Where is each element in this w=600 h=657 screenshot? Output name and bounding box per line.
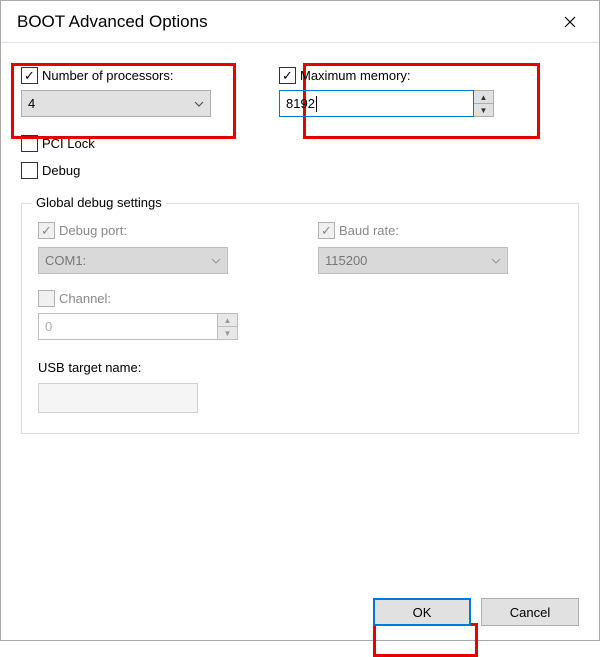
usb-target-input bbox=[38, 383, 198, 413]
annotation-highlight bbox=[373, 623, 478, 657]
debug-label: Debug bbox=[42, 163, 80, 178]
debug-port-checkbox bbox=[38, 222, 55, 239]
global-debug-legend: Global debug settings bbox=[32, 195, 166, 210]
chevron-down-icon bbox=[491, 255, 501, 267]
cancel-button-label: Cancel bbox=[510, 605, 550, 620]
debug-checkbox[interactable] bbox=[21, 162, 38, 179]
dialog-buttons: OK Cancel bbox=[373, 598, 579, 626]
close-icon bbox=[564, 16, 576, 28]
ok-button[interactable]: OK bbox=[373, 598, 471, 626]
chevron-down-icon bbox=[194, 98, 204, 110]
channel-label: Channel: bbox=[59, 291, 111, 306]
pci-lock-label: PCI Lock bbox=[42, 136, 95, 151]
titlebar: BOOT Advanced Options bbox=[1, 1, 599, 43]
spinner-down-button[interactable]: ▼ bbox=[474, 103, 493, 116]
text-caret bbox=[316, 96, 317, 112]
channel-value: 0 bbox=[45, 319, 52, 334]
dialog-window: BOOT Advanced Options Number of processo… bbox=[0, 0, 600, 641]
max-memory-value: 8192 bbox=[286, 96, 315, 111]
baud-rate-checkbox bbox=[318, 222, 335, 239]
num-processors-checkbox[interactable] bbox=[21, 67, 38, 84]
spinner-up-button: ▲ bbox=[218, 314, 237, 326]
global-debug-fieldset: Global debug settings Debug port: COM1: bbox=[21, 203, 579, 434]
baud-rate-label: Baud rate: bbox=[339, 223, 399, 238]
debug-port-select: COM1: bbox=[38, 247, 228, 274]
max-memory-spinner[interactable]: 8192 ▲ ▼ bbox=[279, 90, 494, 117]
channel-checkbox bbox=[38, 290, 55, 307]
cancel-button[interactable]: Cancel bbox=[481, 598, 579, 626]
debug-port-group: Debug port: COM1: bbox=[38, 222, 238, 274]
spinner-buttons: ▲ ▼ bbox=[474, 90, 494, 117]
debug-port-label: Debug port: bbox=[59, 223, 127, 238]
ok-button-label: OK bbox=[413, 605, 432, 620]
channel-spinner: 0 ▲ ▼ bbox=[38, 313, 238, 340]
num-processors-select[interactable]: 4 bbox=[21, 90, 211, 117]
max-memory-group: Maximum memory: 8192 ▲ ▼ bbox=[279, 67, 494, 117]
spinner-buttons: ▲ ▼ bbox=[218, 313, 238, 340]
close-button[interactable] bbox=[547, 6, 593, 38]
max-memory-input[interactable]: 8192 bbox=[279, 90, 474, 117]
num-processors-value: 4 bbox=[28, 96, 35, 111]
num-processors-group: Number of processors: 4 bbox=[21, 67, 211, 117]
num-processors-label: Number of processors: bbox=[42, 68, 174, 83]
usb-target-label: USB target name: bbox=[38, 360, 562, 375]
chevron-down-icon bbox=[211, 255, 221, 267]
top-row: Number of processors: 4 Maximum memory: … bbox=[21, 67, 579, 117]
baud-rate-group: Baud rate: 115200 bbox=[318, 222, 518, 274]
pci-lock-checkbox[interactable] bbox=[21, 135, 38, 152]
usb-target-group: USB target name: bbox=[38, 360, 562, 413]
baud-rate-value: 115200 bbox=[325, 253, 367, 268]
channel-group: Channel: 0 ▲ ▼ bbox=[38, 290, 562, 340]
spinner-down-button: ▼ bbox=[218, 326, 237, 339]
max-memory-label: Maximum memory: bbox=[300, 68, 411, 83]
spinner-up-button[interactable]: ▲ bbox=[474, 91, 493, 103]
simple-checks: PCI Lock Debug bbox=[21, 135, 579, 179]
max-memory-checkbox[interactable] bbox=[279, 67, 296, 84]
debug-port-value: COM1: bbox=[45, 253, 86, 268]
window-title: BOOT Advanced Options bbox=[17, 12, 547, 32]
dialog-content: Number of processors: 4 Maximum memory: … bbox=[1, 43, 599, 640]
baud-rate-select: 115200 bbox=[318, 247, 508, 274]
channel-input: 0 bbox=[38, 313, 218, 340]
